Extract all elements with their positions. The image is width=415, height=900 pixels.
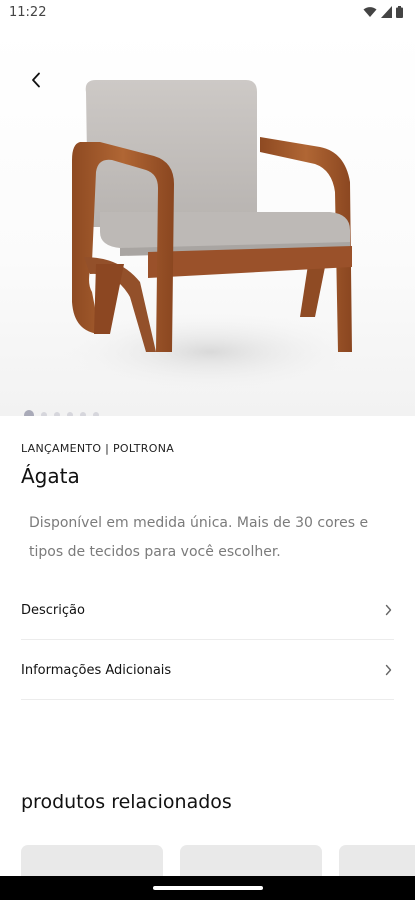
additional-info-row[interactable]: Informações Adicionais xyxy=(21,641,394,700)
gallery-dot-1[interactable] xyxy=(24,410,34,416)
gallery-pagination xyxy=(24,410,99,416)
status-time: 11:22 xyxy=(9,5,47,20)
gallery-dot-2[interactable] xyxy=(41,412,47,416)
product-detail-screen: 11:22 LANÇAMENTO | POLTRONA Ágata Dispon… xyxy=(0,0,415,900)
gallery-dot-4[interactable] xyxy=(67,412,73,416)
signal-icon xyxy=(381,6,392,18)
additional-info-row-label: Informações Adicionais xyxy=(21,662,172,678)
description-row[interactable]: Descrição xyxy=(21,581,394,640)
product-image-gallery[interactable] xyxy=(0,26,415,416)
description-row-label: Descrição xyxy=(21,602,85,618)
status-bar: 11:22 xyxy=(0,0,415,26)
chevron-left-icon xyxy=(32,72,40,88)
related-products-title: produtos relacionados xyxy=(21,791,232,813)
product-name: Ágata xyxy=(21,464,80,488)
gallery-dot-6[interactable] xyxy=(93,412,99,416)
armchair-photo xyxy=(60,80,360,392)
chevron-right-icon xyxy=(382,604,394,616)
wifi-icon xyxy=(363,7,377,17)
home-indicator[interactable] xyxy=(153,886,263,890)
gallery-dot-5[interactable] xyxy=(80,412,86,416)
chevron-right-icon xyxy=(382,664,394,676)
battery-icon xyxy=(396,6,403,18)
product-category: LANÇAMENTO | POLTRONA xyxy=(21,442,175,455)
product-description: Disponível em medida única. Mais de 30 c… xyxy=(29,515,369,560)
system-navigation-bar xyxy=(0,876,415,900)
back-button[interactable] xyxy=(22,66,50,94)
gallery-dot-3[interactable] xyxy=(54,412,60,416)
status-icons xyxy=(363,6,403,18)
